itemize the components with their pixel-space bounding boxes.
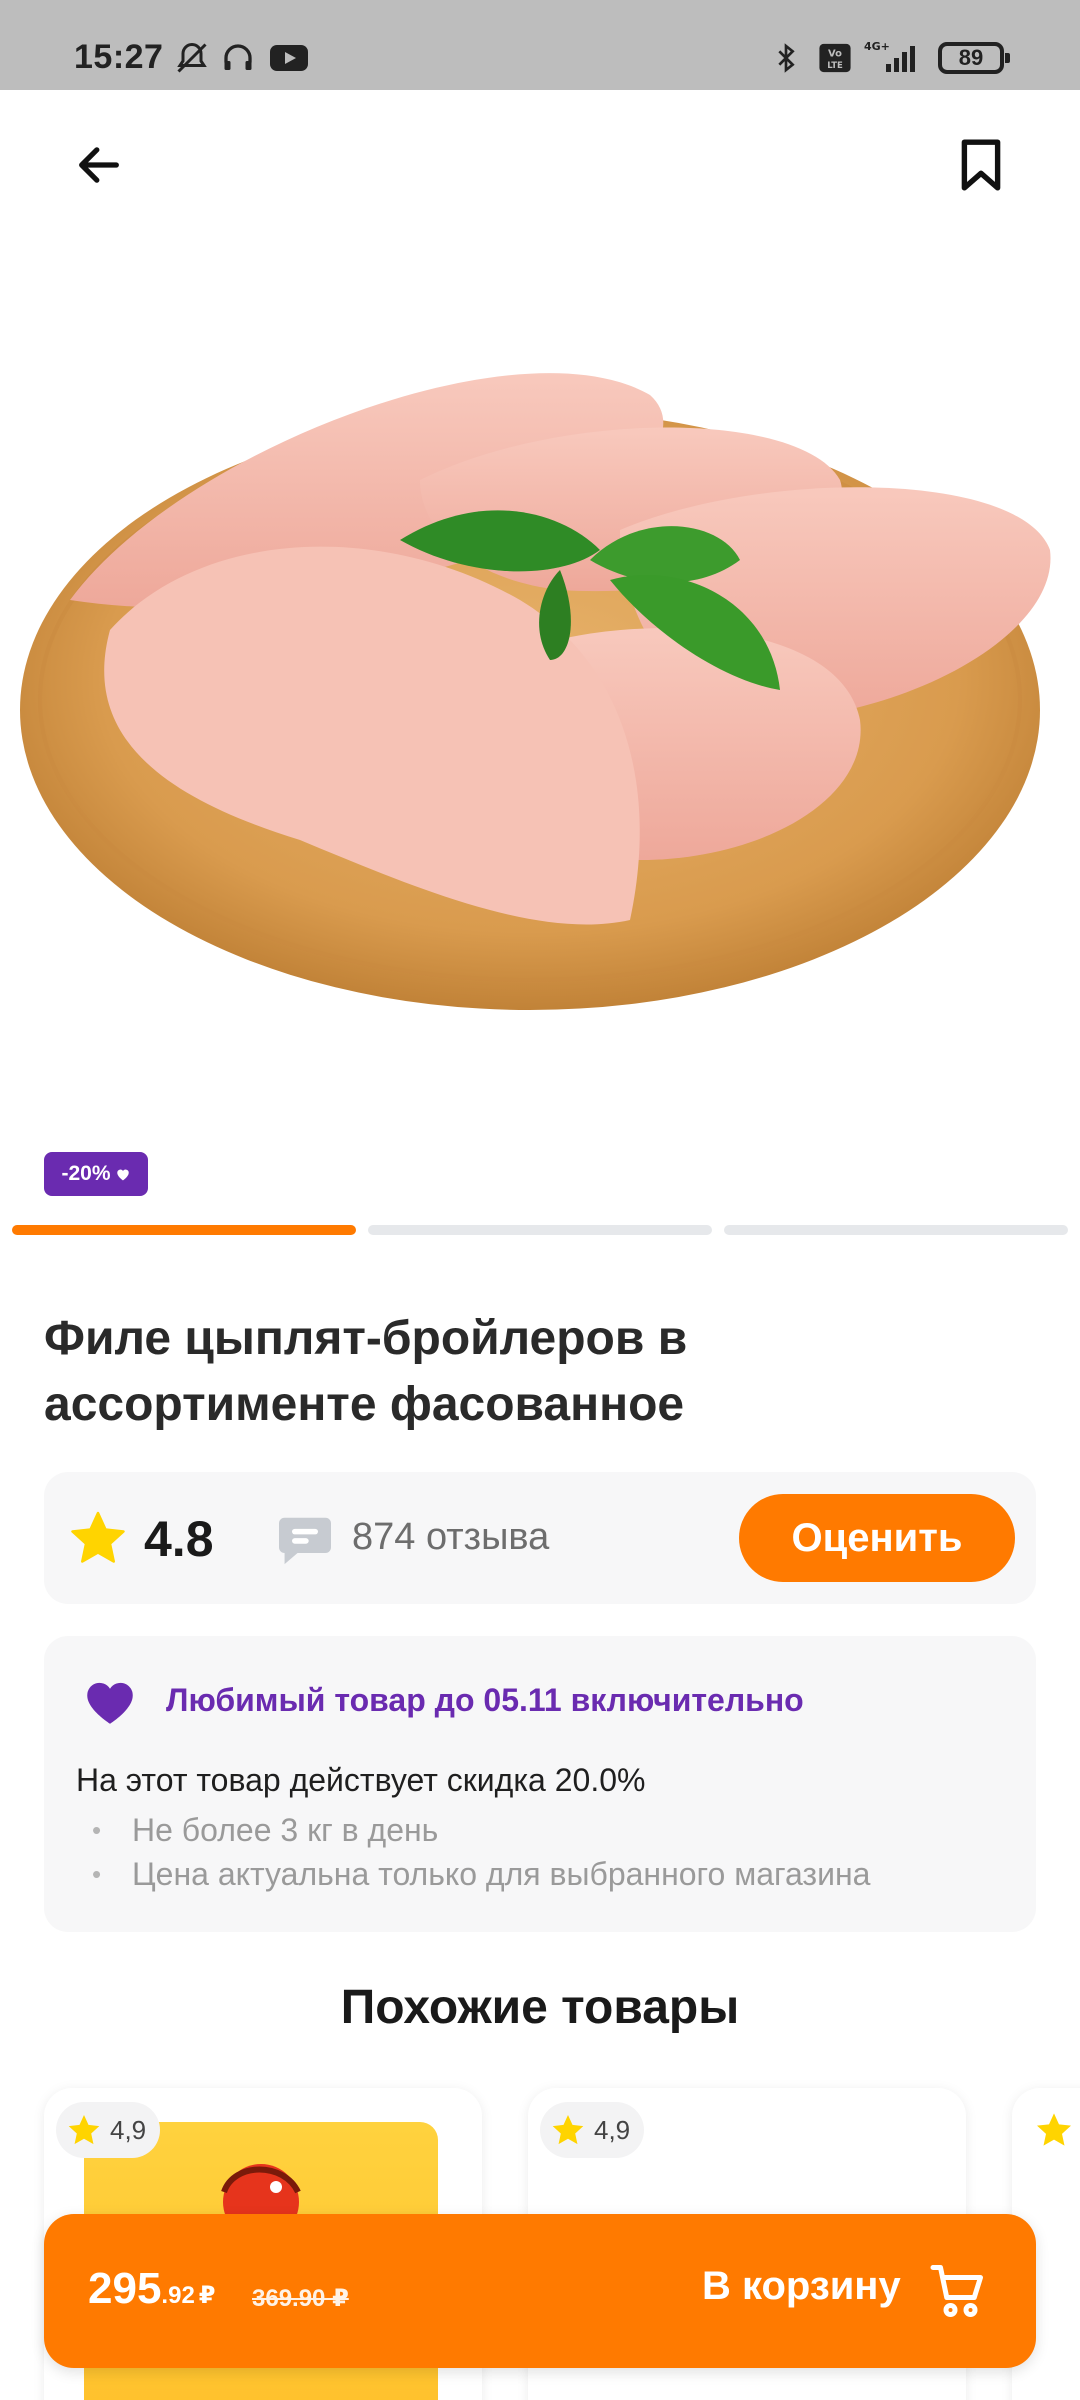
comment-icon [279,1517,331,1565]
star-icon [68,2115,100,2145]
similar-products-title: Похожие товары [340,1981,740,2034]
star-icon [1037,2113,1071,2146]
mute-bell-icon [174,38,210,78]
volte-icon: Vo LTE [818,38,852,78]
similar-rating-value: 4,9 [594,2114,631,2145]
bookmark-button[interactable] [946,130,1016,200]
bluetooth-icon [770,38,802,78]
add-to-cart-bar[interactable]: 295.92 ₽ 369.90 ₽ В корзину [44,2214,1036,2368]
similar-product-rating: 4,9 [56,2102,161,2158]
discount-badge-text: -20% [61,1162,111,1185]
image-pager-dot[interactable] [368,1225,712,1235]
reviews-link[interactable]: 874 отзыва [352,1516,549,1559]
price-currency: ₽ [198,2282,216,2309]
star-icon [71,1511,125,1563]
signal-icon: 4G+ [864,38,924,78]
svg-text:4G+: 4G+ [864,40,890,53]
rate-button[interactable]: Оценить [739,1494,1015,1582]
promo-condition-item: Цена актуальна только для выбранного маг… [92,1852,870,1896]
similar-product-rating: 4,9 [540,2102,645,2158]
old-price: 369.90 ₽ [252,2285,349,2312]
price-integer: 295 [88,2264,162,2313]
product-title: Филе цыплят-бройлеров в ассортименте фас… [44,1312,688,1431]
svg-text:LTE: LTE [827,61,843,71]
back-button[interactable] [64,130,134,200]
heart-icon [87,1682,133,1724]
back-arrow-icon [79,147,119,183]
add-to-cart-label: В корзину [702,2264,901,2308]
image-pager-dot-active[interactable] [12,1225,356,1235]
heart-icon [116,1169,129,1181]
status-time: 15:27 [74,38,164,76]
star-icon [552,2115,584,2145]
promo-headline: Любимый товар до 05.11 включительно [166,1682,804,1718]
rating-value: 4.8 [144,1511,214,1567]
promo-description: На этот товар действует скидка 20.0% [76,1762,646,1798]
status-bar: 15:27 Vo LTE 4G+ 89 [0,0,1080,90]
current-price: 295.92 ₽ [88,2264,216,2314]
product-image[interactable] [0,300,1080,1060]
youtube-icon [270,38,310,78]
rating-card: 4.8 874 отзыва Оценить [44,1472,1036,1604]
svg-text:Vo: Vo [828,49,842,60]
image-pager-dot[interactable] [724,1225,1068,1235]
headphones-icon [220,38,256,78]
promo-info-card: Любимый товар до 05.11 включительно На э… [44,1636,1036,1932]
promo-condition-item: Не более 3 кг в день [92,1808,870,1852]
battery-indicator: 89 [938,42,1010,74]
price-cents: .92 [161,2282,195,2309]
discount-badge: -20% [44,1152,148,1196]
cart-icon [930,2265,983,2318]
bookmark-icon [961,139,1001,191]
similar-rating-value: 4,9 [110,2114,147,2145]
promo-conditions: Не более 3 кг в день Цена актуальна толь… [92,1808,870,1896]
